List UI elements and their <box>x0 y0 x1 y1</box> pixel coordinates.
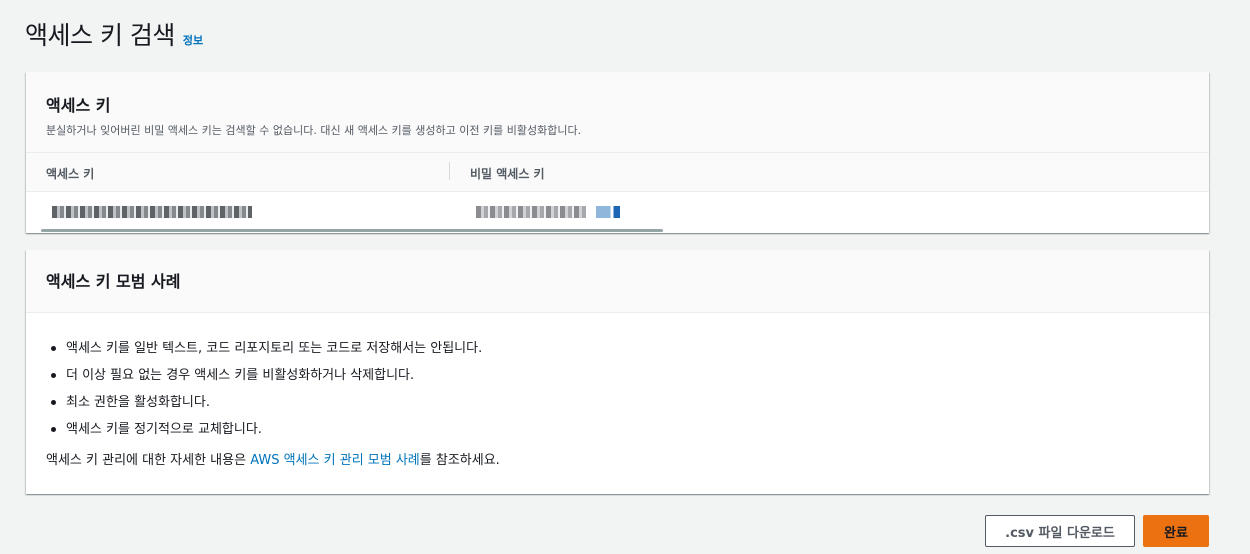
best-practices-panel-body: 액세스 키를 일반 텍스트, 코드 리포지토리 또는 코드로 저장해서는 안됩니… <box>26 313 1209 468</box>
access-keys-panel-description: 분실하거나 잊어버린 비밀 액세스 키는 검색할 수 없습니다. 대신 새 액세… <box>46 124 582 137</box>
column-divider[interactable] <box>449 162 450 180</box>
best-practices-list: 액세스 키를 일반 텍스트, 코드 리포지토리 또는 코드로 저장해서는 안됩니… <box>46 335 1189 443</box>
page-header: 액세스 키 검색 정보 <box>25 16 203 52</box>
download-csv-button[interactable]: .csv 파일 다운로드 <box>985 515 1135 547</box>
info-link[interactable]: 정보 <box>183 32 203 48</box>
done-button[interactable]: 완료 <box>1143 515 1209 547</box>
best-practices-panel-title: 액세스 키 모범 사례 <box>46 272 181 291</box>
table-row <box>26 192 1209 232</box>
more-info-text: 액세스 키 관리에 대한 자세한 내용은 AWS 액세스 키 관리 모범 사례를… <box>46 449 1189 468</box>
more-info-suffix: 를 참조하세요. <box>419 453 500 468</box>
show-secret-icon[interactable] <box>596 206 620 218</box>
list-item: 액세스 키를 일반 텍스트, 코드 리포지토리 또는 코드로 저장해서는 안됩니… <box>46 335 1189 362</box>
access-keys-table-header: 액세스 키 비밀 액세스 키 <box>26 153 1209 192</box>
best-practices-link[interactable]: AWS 액세스 키 관리 모범 사례 <box>250 453 420 468</box>
access-keys-panel-title: 액세스 키 <box>46 96 111 115</box>
column-header-secret-access-key[interactable]: 비밀 액세스 키 <box>470 165 545 182</box>
more-info-prefix: 액세스 키 관리에 대한 자세한 내용은 <box>46 453 251 468</box>
column-header-access-key[interactable]: 액세스 키 <box>46 165 94 182</box>
list-item: 액세스 키를 정기적으로 교체합니다. <box>46 416 1189 443</box>
secret-access-key-value-redacted <box>476 206 586 218</box>
horizontal-scrollbar[interactable] <box>41 229 663 232</box>
best-practices-panel-header: 액세스 키 모범 사례 <box>26 250 1209 313</box>
best-practices-panel: 액세스 키 모범 사례 액세스 키를 일반 텍스트, 코드 리포지토리 또는 코… <box>26 250 1209 494</box>
page-title: 액세스 키 검색 <box>25 21 175 50</box>
access-keys-panel: 액세스 키 분실하거나 잊어버린 비밀 액세스 키는 검색할 수 없습니다. 대… <box>26 72 1209 233</box>
access-keys-panel-header: 액세스 키 분실하거나 잊어버린 비밀 액세스 키는 검색할 수 없습니다. 대… <box>26 72 1209 153</box>
access-key-value-redacted <box>52 206 252 218</box>
list-item: 최소 권한을 활성화합니다. <box>46 389 1189 416</box>
list-item: 더 이상 필요 없는 경우 액세스 키를 비활성화하거나 삭제합니다. <box>46 362 1189 389</box>
